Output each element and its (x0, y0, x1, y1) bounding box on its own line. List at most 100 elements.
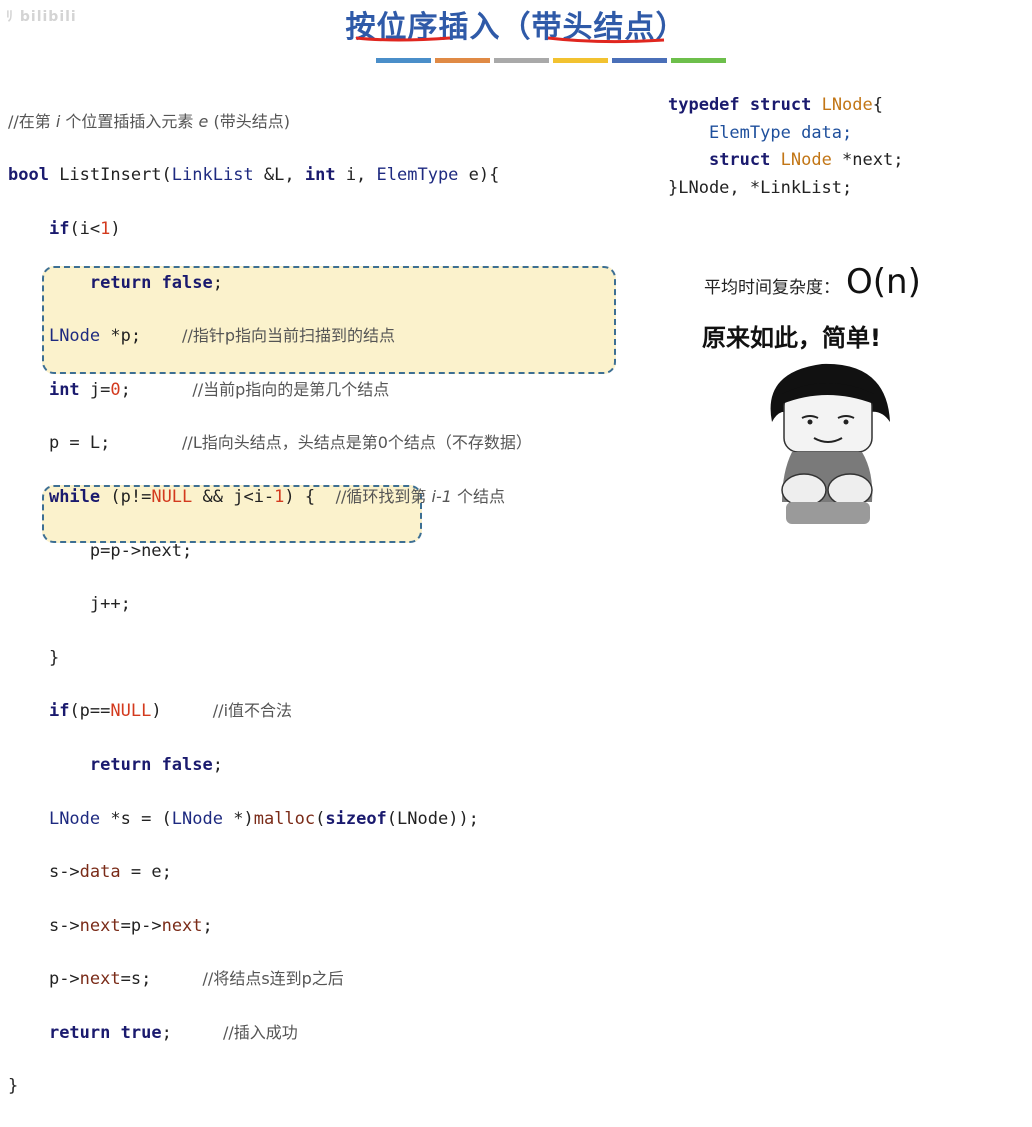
function-name: malloc (253, 808, 316, 829)
code-line: } (8, 1073, 532, 1100)
code-comment: e (198, 111, 209, 131)
field-name: data (79, 862, 121, 883)
code-comment: //在第 (8, 111, 56, 131)
code-line: p=p->next; (8, 538, 532, 565)
number-literal: 0 (110, 379, 121, 400)
code-line: return false; (8, 752, 532, 779)
keyword: false (161, 754, 213, 775)
keyword: true (120, 1022, 162, 1043)
code-text: s-> (48, 862, 80, 883)
code-text: (LNode)); (386, 808, 479, 829)
code-text: &L, (253, 165, 305, 186)
complexity-label: 平均时间复杂度： (704, 278, 840, 298)
code-comment: //i值不合法 (212, 701, 293, 721)
type-name: ElemType (376, 165, 459, 186)
code-text: *p; (100, 326, 142, 347)
code-text: (i< (69, 218, 101, 239)
color-bar-segment (612, 58, 667, 63)
code-text: p = L; (48, 433, 111, 454)
keyword: struct (708, 150, 771, 170)
code-line: LNode *s = (LNode *)malloc(sizeof(LNode)… (8, 806, 532, 833)
code-line: //在第 i 个位置插插入元素 e (带头结点) (8, 109, 532, 136)
code-line: if(i<1) (8, 216, 532, 243)
complexity-value: O(n) (846, 262, 921, 302)
code-comment: //当前p指向的是第几个结点 (192, 379, 390, 399)
code-text: *next; (831, 150, 904, 170)
code-text: ( (315, 808, 326, 829)
code-comment: 个结点 (451, 486, 505, 506)
type-name: LNode (48, 326, 101, 347)
keyword: int (48, 379, 80, 400)
type-name: ElemType (708, 122, 791, 143)
struct-line: ElemType data; (668, 120, 903, 148)
code-text: }LNode, *LinkList; (668, 177, 853, 198)
code-comment: 个位置插插入元素 (60, 111, 199, 131)
code-line: s->next=p->next; (8, 913, 532, 940)
keyword: return (89, 272, 152, 293)
keyword: bool (8, 165, 49, 186)
code-comment: //循环找到第 (335, 486, 432, 506)
struct-line: typedef struct LNode{ (668, 92, 903, 120)
code-text: ; (212, 272, 223, 293)
code-text: (p!= (100, 486, 152, 507)
code-text: ) (110, 218, 121, 239)
color-bar-segment (494, 58, 549, 63)
code-line: while (p!=NULL && j<i-1) { //循环找到第 i-1 个… (8, 484, 532, 511)
code-line: LNode *p; //指针p指向当前扫描到的结点 (8, 323, 532, 350)
code-text: ; (202, 915, 213, 936)
keyword: return (48, 1022, 111, 1043)
color-bar (376, 58, 726, 63)
code-text: s-> (48, 915, 80, 936)
color-bar-segment (671, 58, 726, 63)
type-name: LNode (171, 808, 223, 829)
code-line: if(p==NULL) //i值不合法 (8, 698, 532, 725)
number-literal: 1 (274, 486, 285, 507)
keyword: struct (749, 95, 812, 115)
code-text: ) { (284, 486, 316, 507)
field-name: next (79, 915, 121, 936)
code-line: return false; (8, 270, 532, 297)
code-text: && j<i- (192, 486, 275, 507)
type-name: LNode (48, 808, 101, 829)
type-name: LNode (821, 95, 873, 115)
color-bar-segment (435, 58, 490, 63)
code-text: ; (212, 754, 223, 775)
code-text: i, (335, 165, 377, 186)
code-text: } (8, 1076, 19, 1097)
code-line: p = L; //L指向头结点，头结点是第0个结点（不存数据） (8, 430, 532, 457)
time-complexity: 平均时间复杂度： O(n) (704, 262, 921, 302)
keyword: typedef (668, 95, 740, 115)
keyword: if (48, 218, 70, 239)
struct-line: }LNode, *LinkList; (668, 175, 903, 203)
field-name: next (161, 915, 203, 936)
code-line: bool ListInsert(LinkList &L, int i, Elem… (8, 162, 532, 189)
code-text: { (872, 95, 884, 115)
null-literal: NULL (151, 486, 193, 507)
color-bar-segment (553, 58, 608, 63)
code-text: e){ (458, 165, 500, 186)
code-listing: //在第 i 个位置插插入元素 e (带头结点) bool ListInsert… (8, 82, 532, 1127)
code-text: j= (79, 379, 111, 400)
color-bar-segment (376, 58, 431, 63)
title-underline-marks (355, 36, 665, 44)
code-comment: //插入成功 (223, 1022, 298, 1042)
null-literal: NULL (110, 701, 152, 722)
struct-definition: typedef struct LNode{ ElemType data; str… (668, 92, 903, 202)
code-text: =s; (120, 969, 152, 990)
code-line: j++; (8, 591, 532, 618)
struct-line: struct LNode *next; (668, 147, 904, 175)
code-line: p->next=s; //将结点s连到p之后 (8, 966, 532, 993)
keyword: while (48, 486, 101, 507)
code-text: ListInsert( (48, 165, 172, 186)
code-text: ) (151, 701, 162, 722)
code-text: ; (161, 1022, 172, 1043)
code-text: = e; (120, 862, 172, 883)
number-literal: 1 (100, 218, 111, 239)
keyword: return (89, 754, 152, 775)
code-comment: //L指向头结点，头结点是第0个结点（不存数据） (182, 433, 532, 453)
code-comment: //指针p指向当前扫描到的结点 (182, 326, 395, 346)
code-line: int j=0; //当前p指向的是第几个结点 (8, 377, 532, 404)
code-text: } (48, 647, 60, 668)
field-name: next (79, 969, 121, 990)
code-line: } (8, 645, 532, 672)
